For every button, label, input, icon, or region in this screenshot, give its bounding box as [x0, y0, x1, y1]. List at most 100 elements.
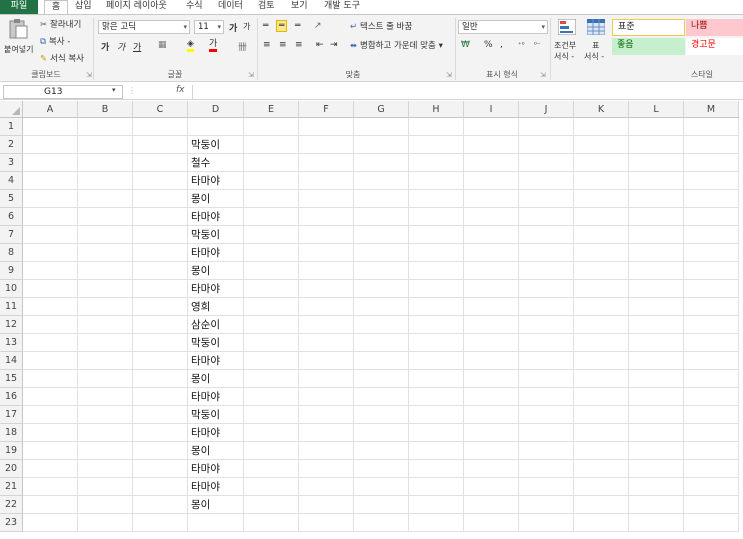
grow-font-icon[interactable]: 가: [229, 21, 237, 34]
cell-m11[interactable]: [684, 298, 739, 316]
cell-m14[interactable]: [684, 352, 739, 370]
cell-c5[interactable]: [133, 190, 188, 208]
align-middle-icon[interactable]: ═: [276, 20, 288, 32]
cell-h19[interactable]: [409, 442, 464, 460]
cell-d21[interactable]: 타마야: [188, 478, 244, 496]
row-header-18[interactable]: 18: [0, 424, 23, 442]
cell-k8[interactable]: [574, 244, 629, 262]
cell-a9[interactable]: [23, 262, 78, 280]
cell-g21[interactable]: [354, 478, 409, 496]
row-header-16[interactable]: 16: [0, 388, 23, 406]
cell-i14[interactable]: [464, 352, 519, 370]
border-icon[interactable]: ▦: [158, 40, 167, 50]
decrease-decimal-icon[interactable]: ⁰⁻: [534, 41, 541, 49]
cell-b2[interactable]: [78, 136, 133, 154]
row-header-11[interactable]: 11: [0, 298, 23, 316]
cell-e16[interactable]: [244, 388, 299, 406]
cell-c21[interactable]: [133, 478, 188, 496]
row-header-20[interactable]: 20: [0, 460, 23, 478]
cell-d2[interactable]: 막둥이: [188, 136, 244, 154]
font-name-select[interactable]: 맑은 고딕 ▾: [98, 20, 190, 34]
cell-f7[interactable]: [299, 226, 354, 244]
cell-k21[interactable]: [574, 478, 629, 496]
cell-k9[interactable]: [574, 262, 629, 280]
row-header-4[interactable]: 4: [0, 172, 23, 190]
name-box[interactable]: G13: [3, 85, 123, 99]
cell-k3[interactable]: [574, 154, 629, 172]
tab-page-layout[interactable]: 페이지 레이아웃: [106, 0, 167, 14]
cell-h15[interactable]: [409, 370, 464, 388]
cell-g3[interactable]: [354, 154, 409, 172]
cell-b8[interactable]: [78, 244, 133, 262]
style-normal[interactable]: 표준: [612, 19, 685, 36]
cell-j5[interactable]: [519, 190, 574, 208]
column-header-d[interactable]: D: [188, 101, 244, 118]
tab-developer[interactable]: 개발 도구: [324, 0, 360, 14]
cell-a5[interactable]: [23, 190, 78, 208]
cell-m18[interactable]: [684, 424, 739, 442]
cell-h10[interactable]: [409, 280, 464, 298]
cell-e1[interactable]: [244, 118, 299, 136]
cell-d14[interactable]: 타마야: [188, 352, 244, 370]
cell-f2[interactable]: [299, 136, 354, 154]
cell-k12[interactable]: [574, 316, 629, 334]
cell-i16[interactable]: [464, 388, 519, 406]
format-painter-button[interactable]: ✎ 서식 복사: [40, 52, 84, 64]
row-header-13[interactable]: 13: [0, 334, 23, 352]
row-header-7[interactable]: 7: [0, 226, 23, 244]
tab-view[interactable]: 보기: [291, 0, 308, 14]
clipboard-launcher-icon[interactable]: ⇲: [86, 71, 92, 79]
cell-b15[interactable]: [78, 370, 133, 388]
font-size-select[interactable]: 11 ▾: [194, 20, 224, 34]
bold-button[interactable]: 가: [101, 40, 109, 53]
cell-c3[interactable]: [133, 154, 188, 172]
tab-home[interactable]: 홈: [44, 0, 68, 15]
merge-center-button[interactable]: ⬌ 병합하고 가운데 맞춤 ▾: [350, 39, 443, 51]
cell-k5[interactable]: [574, 190, 629, 208]
align-left-icon[interactable]: ≡: [263, 40, 271, 50]
cell-l7[interactable]: [629, 226, 684, 244]
column-header-e[interactable]: E: [244, 101, 299, 118]
cell-a21[interactable]: [23, 478, 78, 496]
cell-e8[interactable]: [244, 244, 299, 262]
cell-d8[interactable]: 타마야: [188, 244, 244, 262]
cell-c4[interactable]: [133, 172, 188, 190]
cell-j6[interactable]: [519, 208, 574, 226]
cell-j1[interactable]: [519, 118, 574, 136]
cell-a16[interactable]: [23, 388, 78, 406]
orientation-icon[interactable]: ↗: [314, 21, 322, 31]
cell-a10[interactable]: [23, 280, 78, 298]
cell-i22[interactable]: [464, 496, 519, 514]
cell-a2[interactable]: [23, 136, 78, 154]
cell-j2[interactable]: [519, 136, 574, 154]
cell-b17[interactable]: [78, 406, 133, 424]
phonetic-icon[interactable]: 卌: [238, 40, 247, 53]
cell-d1[interactable]: [188, 118, 244, 136]
cell-c17[interactable]: [133, 406, 188, 424]
cell-b1[interactable]: [78, 118, 133, 136]
cell-g16[interactable]: [354, 388, 409, 406]
cell-m10[interactable]: [684, 280, 739, 298]
cell-k6[interactable]: [574, 208, 629, 226]
cell-b4[interactable]: [78, 172, 133, 190]
cell-c6[interactable]: [133, 208, 188, 226]
cell-l19[interactable]: [629, 442, 684, 460]
cell-h22[interactable]: [409, 496, 464, 514]
cell-l17[interactable]: [629, 406, 684, 424]
column-header-m[interactable]: M: [684, 101, 739, 118]
cell-j14[interactable]: [519, 352, 574, 370]
cell-k23[interactable]: [574, 514, 629, 532]
cell-d3[interactable]: 철수: [188, 154, 244, 172]
cell-f5[interactable]: [299, 190, 354, 208]
cell-a7[interactable]: [23, 226, 78, 244]
cut-button[interactable]: ✂ 잘라내기: [40, 18, 81, 30]
cell-k17[interactable]: [574, 406, 629, 424]
cell-k15[interactable]: [574, 370, 629, 388]
cell-i5[interactable]: [464, 190, 519, 208]
column-header-a[interactable]: A: [23, 101, 78, 118]
cell-h6[interactable]: [409, 208, 464, 226]
style-bad[interactable]: 나쁨: [686, 19, 743, 36]
column-header-i[interactable]: I: [464, 101, 519, 118]
cell-h18[interactable]: [409, 424, 464, 442]
tab-review[interactable]: 검토: [258, 0, 275, 14]
